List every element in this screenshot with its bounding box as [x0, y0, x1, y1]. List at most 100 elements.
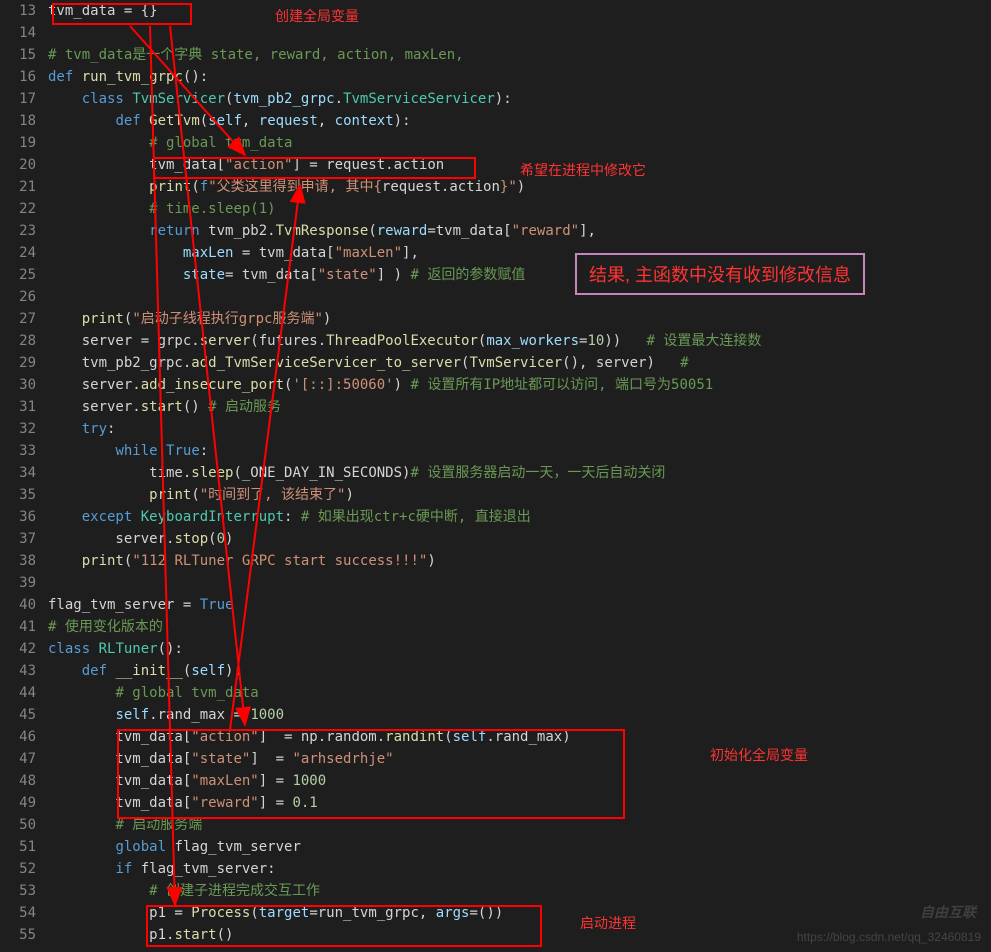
- code-line[interactable]: 51 global flag_tvm_server: [0, 836, 991, 858]
- code-line[interactable]: 45 self.rand_max = 1000: [0, 704, 991, 726]
- line-number: 21: [0, 176, 48, 198]
- code-line[interactable]: 14: [0, 22, 991, 44]
- code-line[interactable]: 28 server = grpc.server(futures.ThreadPo…: [0, 330, 991, 352]
- code-line[interactable]: 42class RLTuner():: [0, 638, 991, 660]
- code-line[interactable]: 20 tvm_data["action"] = request.action: [0, 154, 991, 176]
- line-number: 13: [0, 0, 48, 22]
- line-number: 31: [0, 396, 48, 418]
- line-number: 51: [0, 836, 48, 858]
- line-number: 37: [0, 528, 48, 550]
- code-content[interactable]: [48, 286, 991, 308]
- code-line[interactable]: 47 tvm_data["state"] = "arhsedrhje": [0, 748, 991, 770]
- code-content[interactable]: # global tvm_data: [48, 132, 991, 154]
- code-content[interactable]: def run_tvm_grpc():: [48, 66, 991, 88]
- code-line[interactable]: 40flag_tvm_server = True: [0, 594, 991, 616]
- code-line[interactable]: 30 server.add_insecure_port('[::]:50060'…: [0, 374, 991, 396]
- code-content[interactable]: print(f"父类这里得到申请, 其中{request.action}"): [48, 176, 991, 198]
- code-content[interactable]: state= tvm_data["state"] ) # 返回的参数赋值: [48, 264, 991, 286]
- line-number: 28: [0, 330, 48, 352]
- code-line[interactable]: 18 def GetTvm(self, request, context):: [0, 110, 991, 132]
- code-content[interactable]: print("112 RLTuner GRPC start success!!!…: [48, 550, 991, 572]
- code-line[interactable]: 52 if flag_tvm_server:: [0, 858, 991, 880]
- line-number: 52: [0, 858, 48, 880]
- code-line[interactable]: 21 print(f"父类这里得到申请, 其中{request.action}"…: [0, 176, 991, 198]
- code-content[interactable]: server.add_insecure_port('[::]:50060') #…: [48, 374, 991, 396]
- code-content[interactable]: # 使用变化版本的: [48, 616, 991, 638]
- code-content[interactable]: global flag_tvm_server: [48, 836, 991, 858]
- code-line[interactable]: 22 # time.sleep(1): [0, 198, 991, 220]
- line-number: 17: [0, 88, 48, 110]
- code-content[interactable]: try:: [48, 418, 991, 440]
- code-content[interactable]: return tvm_pb2.TvmResponse(reward=tvm_da…: [48, 220, 991, 242]
- code-content[interactable]: while True:: [48, 440, 991, 462]
- code-content[interactable]: class RLTuner():: [48, 638, 991, 660]
- code-line[interactable]: 39: [0, 572, 991, 594]
- code-line[interactable]: 26: [0, 286, 991, 308]
- code-content[interactable]: class TvmServicer(tvm_pb2_grpc.TvmServic…: [48, 88, 991, 110]
- code-content[interactable]: server.start() # 启动服务: [48, 396, 991, 418]
- code-content[interactable]: tvm_data = {}: [48, 0, 991, 22]
- code-line[interactable]: 44 # global tvm_data: [0, 682, 991, 704]
- code-line[interactable]: 16def run_tvm_grpc():: [0, 66, 991, 88]
- line-number: 43: [0, 660, 48, 682]
- code-line[interactable]: 49 tvm_data["reward"] = 0.1: [0, 792, 991, 814]
- code-line[interactable]: 35 print("时间到了, 该结束了"): [0, 484, 991, 506]
- code-content[interactable]: print("启动子线程执行grpc服务端"): [48, 308, 991, 330]
- code-content[interactable]: tvm_pb2_grpc.add_TvmServiceServicer_to_s…: [48, 352, 991, 374]
- code-content[interactable]: tvm_data["maxLen"] = 1000: [48, 770, 991, 792]
- code-line[interactable]: 19 # global tvm_data: [0, 132, 991, 154]
- code-line[interactable]: 32 try:: [0, 418, 991, 440]
- code-line[interactable]: 36 except KeyboardInterrupt: # 如果出现ctr+c…: [0, 506, 991, 528]
- code-content[interactable]: tvm_data["action"] = np.random.randint(s…: [48, 726, 991, 748]
- code-content[interactable]: server = grpc.server(futures.ThreadPoolE…: [48, 330, 991, 352]
- code-content[interactable]: print("时间到了, 该结束了"): [48, 484, 991, 506]
- code-content[interactable]: p1 = Process(target=run_tvm_grpc, args=(…: [48, 902, 991, 924]
- code-content[interactable]: [48, 572, 991, 594]
- line-number: 14: [0, 22, 48, 44]
- code-content[interactable]: # 创建子进程完成交互工作: [48, 880, 991, 902]
- code-content[interactable]: except KeyboardInterrupt: # 如果出现ctr+c硬中断…: [48, 506, 991, 528]
- code-content[interactable]: self.rand_max = 1000: [48, 704, 991, 726]
- code-line[interactable]: 23 return tvm_pb2.TvmResponse(reward=tvm…: [0, 220, 991, 242]
- line-number: 48: [0, 770, 48, 792]
- line-number: 19: [0, 132, 48, 154]
- code-content[interactable]: flag_tvm_server = True: [48, 594, 991, 616]
- code-line[interactable]: 31 server.start() # 启动服务: [0, 396, 991, 418]
- code-line[interactable]: 37 server.stop(0): [0, 528, 991, 550]
- code-content[interactable]: maxLen = tvm_data["maxLen"],: [48, 242, 991, 264]
- code-line[interactable]: 15# tvm_data是一个字典 state, reward, action,…: [0, 44, 991, 66]
- code-line[interactable]: 13tvm_data = {}: [0, 0, 991, 22]
- code-content[interactable]: if flag_tvm_server:: [48, 858, 991, 880]
- code-content[interactable]: time.sleep(_ONE_DAY_IN_SECONDS)# 设置服务器启动…: [48, 462, 991, 484]
- code-line[interactable]: 54 p1 = Process(target=run_tvm_grpc, arg…: [0, 902, 991, 924]
- code-line[interactable]: 50 # 启动服务端: [0, 814, 991, 836]
- code-line[interactable]: 17 class TvmServicer(tvm_pb2_grpc.TvmSer…: [0, 88, 991, 110]
- code-line[interactable]: 41# 使用变化版本的: [0, 616, 991, 638]
- code-content[interactable]: # tvm_data是一个字典 state, reward, action, m…: [48, 44, 991, 66]
- code-line[interactable]: 33 while True:: [0, 440, 991, 462]
- code-editor[interactable]: 13tvm_data = {}1415# tvm_data是一个字典 state…: [0, 0, 991, 946]
- code-content[interactable]: # 启动服务端: [48, 814, 991, 836]
- code-content[interactable]: def __init__(self):: [48, 660, 991, 682]
- code-content[interactable]: tvm_data["action"] = request.action: [48, 154, 991, 176]
- code-content[interactable]: [48, 22, 991, 44]
- code-line[interactable]: 53 # 创建子进程完成交互工作: [0, 880, 991, 902]
- code-line[interactable]: 43 def __init__(self):: [0, 660, 991, 682]
- code-content[interactable]: # time.sleep(1): [48, 198, 991, 220]
- line-number: 23: [0, 220, 48, 242]
- code-line[interactable]: 25 state= tvm_data["state"] ) # 返回的参数赋值: [0, 264, 991, 286]
- code-content[interactable]: tvm_data["state"] = "arhsedrhje": [48, 748, 991, 770]
- line-number: 40: [0, 594, 48, 616]
- code-line[interactable]: 27 print("启动子线程执行grpc服务端"): [0, 308, 991, 330]
- code-line[interactable]: 48 tvm_data["maxLen"] = 1000: [0, 770, 991, 792]
- code-content[interactable]: # global tvm_data: [48, 682, 991, 704]
- code-line[interactable]: 38 print("112 RLTuner GRPC start success…: [0, 550, 991, 572]
- line-number: 30: [0, 374, 48, 396]
- code-line[interactable]: 29 tvm_pb2_grpc.add_TvmServiceServicer_t…: [0, 352, 991, 374]
- code-line[interactable]: 34 time.sleep(_ONE_DAY_IN_SECONDS)# 设置服务…: [0, 462, 991, 484]
- code-content[interactable]: def GetTvm(self, request, context):: [48, 110, 991, 132]
- code-content[interactable]: server.stop(0): [48, 528, 991, 550]
- code-line[interactable]: 24 maxLen = tvm_data["maxLen"],: [0, 242, 991, 264]
- code-line[interactable]: 46 tvm_data["action"] = np.random.randin…: [0, 726, 991, 748]
- code-content[interactable]: tvm_data["reward"] = 0.1: [48, 792, 991, 814]
